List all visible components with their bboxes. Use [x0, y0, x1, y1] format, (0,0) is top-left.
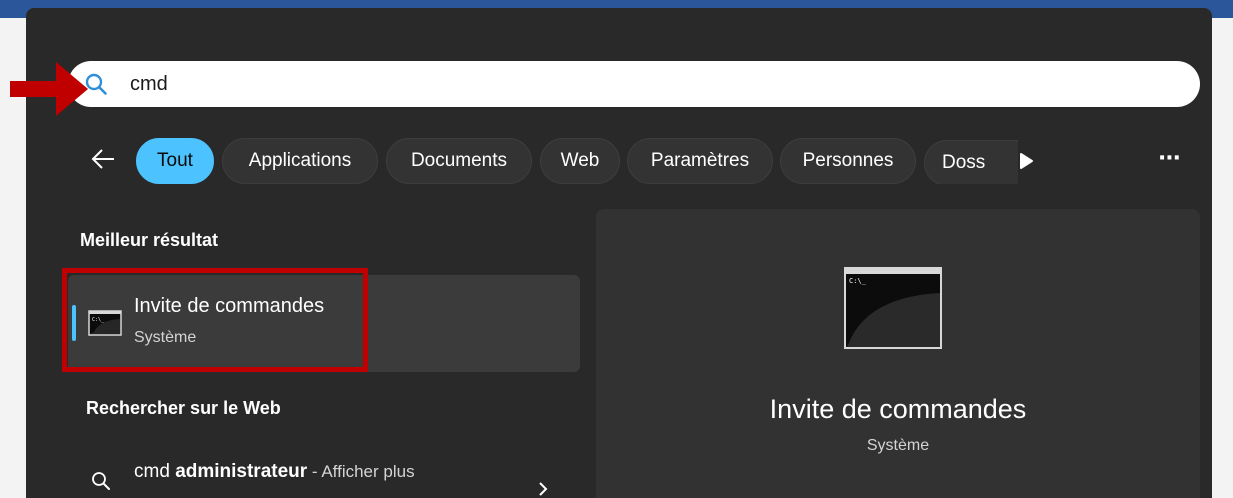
filter-chip-folders[interactable]: Doss: [924, 140, 1018, 184]
web-result-hint: - Afficher plus: [307, 462, 415, 481]
web-result-text: cmd administrateur - Afficher plus: [134, 461, 415, 483]
more-options-icon[interactable]: ⋯: [1150, 136, 1190, 184]
search-icon: [92, 472, 110, 490]
best-match-item[interactable]: C:\_ Invite de commandes Système: [68, 275, 580, 372]
best-match-title: Invite de commandes: [134, 295, 325, 317]
arrow-left-icon: [91, 149, 114, 169]
annotation-arrow-icon: [10, 62, 88, 116]
web-query-prefix: cmd: [134, 461, 170, 482]
back-button[interactable]: [86, 142, 120, 176]
search-input[interactable]: [130, 70, 1130, 98]
search-box[interactable]: [68, 61, 1200, 107]
preview-title: Invite de commandes: [769, 394, 1027, 424]
filter-chip-apps[interactable]: Applications: [222, 138, 378, 184]
command-prompt-icon: C:\_: [88, 310, 122, 336]
filter-chip-all[interactable]: Tout: [136, 138, 214, 184]
filter-chip-documents[interactable]: Documents: [386, 138, 532, 184]
background-right-edge: [1212, 18, 1233, 498]
play-arrow-icon[interactable]: [1016, 150, 1036, 172]
filter-bar: Tout Applications Documents Web Paramètr…: [26, 136, 1212, 188]
svg-text:C:\_: C:\_: [849, 277, 867, 285]
svg-text:C:\_: C:\_: [92, 317, 105, 323]
preview-pane: C:\_ Invite de commandes Système: [596, 209, 1200, 498]
best-match-heading: Meilleur résultat: [80, 230, 219, 250]
chevron-right-icon: [539, 482, 548, 496]
preview-subtitle: Système: [866, 437, 930, 454]
selection-indicator: [72, 305, 76, 341]
web-result-item[interactable]: cmd administrateur - Afficher plus: [68, 456, 580, 498]
web-query-bold: administrateur: [175, 461, 308, 482]
start-search-panel: Tout Applications Documents Web Paramètr…: [26, 8, 1212, 498]
best-match-subtitle: Système: [134, 329, 197, 346]
filter-chip-settings[interactable]: Paramètres: [627, 138, 773, 184]
filter-chip-web[interactable]: Web: [540, 138, 620, 184]
filter-chip-people[interactable]: Personnes: [780, 138, 916, 184]
command-prompt-icon: C:\_: [844, 267, 942, 349]
filter-chip-folders-clip: Doss: [924, 138, 1018, 184]
web-search-heading: Rechercher sur le Web: [86, 398, 281, 418]
